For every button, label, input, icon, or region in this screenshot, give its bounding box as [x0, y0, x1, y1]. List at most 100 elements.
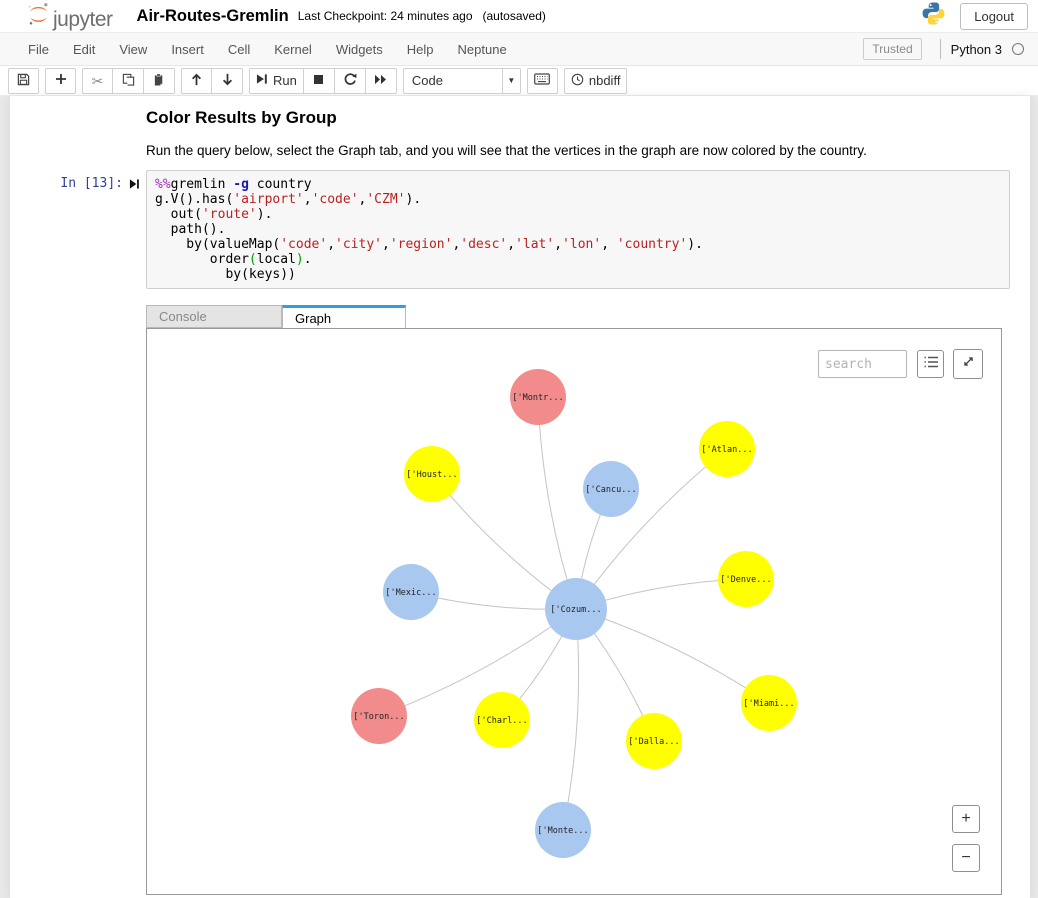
menu-item-file[interactable]: File — [16, 42, 61, 57]
header: jupyter Air-Routes-Gremlin Last Checkpoi… — [0, 0, 1038, 32]
graph-node-label: ['Toron... — [353, 712, 404, 722]
graph-panel: ['Cozum... ['Montr... ['Atlan... ['Houst...… — [146, 328, 1002, 895]
keyboard-icon — [534, 73, 551, 88]
copy-cell-button[interactable] — [113, 67, 144, 94]
cell-type-value: Code — [411, 73, 443, 88]
save-button[interactable] — [8, 67, 39, 94]
menu-item-neptune[interactable]: Neptune — [446, 42, 519, 57]
arrow-down-icon — [221, 73, 234, 89]
trusted-badge[interactable]: Trusted — [863, 38, 922, 60]
jupyter-logo[interactable]: jupyter — [26, 1, 113, 32]
toolbar: ✂ Run Code ▼ nbdiff — [0, 66, 1038, 96]
output-cell: Console Graph ['Cozum... ['Montr... ['Atla… — [10, 305, 1030, 895]
graph-node-label: ['Mexic... — [385, 588, 436, 598]
add-cell-button[interactable] — [45, 67, 76, 94]
menu-item-view[interactable]: View — [107, 42, 159, 57]
restart-icon — [343, 72, 357, 89]
graph-node-label: ['Charl... — [476, 716, 527, 726]
scissors-icon: ✂ — [91, 72, 104, 89]
jupyter-logo-icon — [26, 1, 51, 32]
markdown-prompt-area — [10, 102, 146, 158]
paste-cell-button[interactable] — [144, 67, 175, 94]
dropdown-caret-icon: ▼ — [501, 68, 520, 93]
move-cell-down-button[interactable] — [212, 67, 243, 94]
output-prompt-area — [10, 305, 146, 895]
section-paragraph: Run the query below, select the Graph ta… — [146, 143, 867, 158]
nbdiff-button[interactable]: nbdiff — [563, 67, 628, 94]
code-editor[interactable]: %%gremlin -g country g.V().has('airport',… — [146, 170, 1010, 289]
tab-console[interactable]: Console — [146, 305, 282, 328]
section-heading: Color Results by Group — [146, 108, 337, 127]
graph-node-label: ['Houst... — [406, 470, 457, 480]
notebook-title[interactable]: Air-Routes-Gremlin — [137, 7, 289, 26]
notebook-container: Color Results by Group Run the query bel… — [10, 96, 1030, 898]
graph-node-label: ['Monte... — [537, 826, 588, 836]
copy-icon — [122, 73, 135, 89]
fast-forward-icon — [374, 73, 387, 88]
network-graph: ['Cozum... ['Montr... ['Atlan... ['Houst...… — [351, 369, 797, 858]
graph-edge — [575, 608, 770, 704]
clock-icon — [571, 73, 584, 89]
code-line: g.V().has('airport','code','CZM'). — [155, 192, 422, 207]
restart-kernel-button[interactable] — [334, 67, 366, 94]
output-tabbar: Console Graph — [146, 305, 1010, 328]
code-line: %%gremlin -g country — [155, 177, 312, 192]
menu-item-insert[interactable]: Insert — [159, 42, 216, 57]
zoom-out-button[interactable]: − — [952, 844, 980, 872]
python-logo-icon — [921, 1, 946, 31]
checkpoint-status: Last Checkpoint: 24 minutes ago — [297, 9, 473, 23]
menubar: File Edit View Insert Cell Kernel Widget… — [0, 32, 1038, 66]
menu-item-cell[interactable]: Cell — [216, 42, 262, 57]
notebook-background: Color Results by Group Run the query bel… — [0, 96, 1038, 898]
code-line: path(). — [155, 222, 226, 237]
menu-item-widgets[interactable]: Widgets — [324, 42, 395, 57]
graph-details-button[interactable] — [917, 350, 944, 378]
move-cell-up-button[interactable] — [181, 67, 212, 94]
code-text: %%gremlin -g country g.V().has('airport',… — [155, 177, 1001, 282]
fullscreen-button[interactable] — [953, 349, 983, 379]
code-line: by(valueMap('code','city','region','desc… — [155, 237, 703, 252]
logout-button[interactable]: Logout — [960, 2, 1028, 30]
restart-run-all-button[interactable] — [365, 67, 397, 94]
graph-edge — [562, 608, 580, 831]
plus-icon — [55, 73, 67, 88]
arrow-up-icon — [190, 73, 203, 89]
stop-icon — [313, 73, 324, 88]
run-this-cell-icon[interactable] — [129, 177, 140, 195]
list-icon — [923, 355, 939, 374]
save-icon — [17, 73, 30, 89]
kernel-idle-indicator-icon — [1012, 43, 1024, 55]
graph-node-label: ['Cozum... — [550, 605, 601, 615]
input-prompt: In [13]: — [60, 176, 123, 191]
graph-node-label: ['Montr... — [512, 393, 563, 403]
cut-cell-button[interactable]: ✂ — [82, 67, 113, 94]
graph-edge — [537, 396, 577, 610]
graph-node-label: ['Atlan... — [701, 445, 752, 455]
tab-graph[interactable]: Graph — [282, 305, 406, 328]
zoom-in-button[interactable]: + — [952, 805, 980, 833]
nbdiff-button-label: nbdiff — [588, 73, 621, 88]
graph-node-label: ['Denve... — [720, 575, 771, 585]
menubar-divider — [939, 39, 941, 59]
code-line: out('route'). — [155, 207, 273, 222]
kernel-name: Python 3 — [950, 41, 1002, 57]
menu-item-help[interactable]: Help — [395, 42, 446, 57]
run-cell-button[interactable]: Run — [249, 67, 304, 94]
autosave-status: (autosaved) — [482, 9, 546, 23]
search-input[interactable] — [818, 350, 907, 378]
code-cell[interactable]: In [13]: %%gremlin -g country g.V().has('… — [10, 158, 1030, 289]
paste-icon — [153, 73, 166, 89]
command-palette-button[interactable] — [526, 67, 558, 94]
expand-icon — [961, 354, 976, 374]
jupyter-logo-text: jupyter — [53, 7, 113, 31]
markdown-cell[interactable]: Color Results by Group Run the query bel… — [10, 102, 1030, 158]
graph-node-label: ['Dalla... — [628, 737, 679, 747]
interrupt-kernel-button[interactable] — [303, 67, 335, 94]
cell-type-dropdown[interactable]: Code ▼ — [402, 67, 521, 94]
menu-item-kernel[interactable]: Kernel — [262, 42, 324, 57]
graph-node-label: ['Cancu... — [585, 485, 636, 495]
graph-node-label: ['Miami... — [743, 699, 794, 709]
code-line: order(local). — [155, 252, 312, 267]
menu-item-edit[interactable]: Edit — [61, 42, 107, 57]
code-line: by(keys)) — [155, 267, 296, 282]
